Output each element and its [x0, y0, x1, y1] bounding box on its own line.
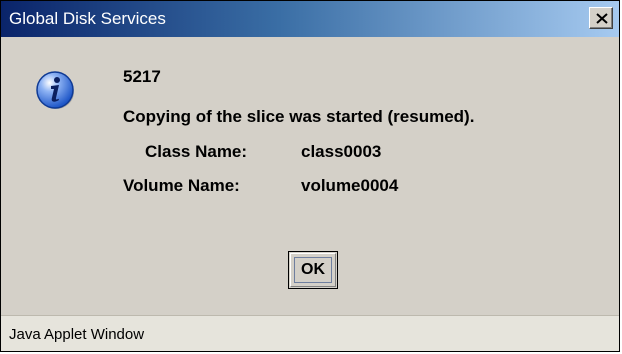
dialog-window: Global Disk Services 5217 Copying of the…	[0, 0, 620, 352]
info-icon	[36, 71, 74, 109]
close-button[interactable]	[589, 7, 613, 29]
close-icon	[596, 13, 608, 24]
volume-name-value: volume0004	[301, 176, 399, 195]
message-text: Copying of the slice was started (resume…	[123, 107, 475, 126]
ok-button-label: OK	[301, 261, 325, 278]
class-name-value: class0003	[301, 142, 382, 161]
class-name-label: Class Name:	[145, 142, 248, 161]
window-title: Global Disk Services	[9, 9, 166, 28]
title-bar[interactable]: Global Disk Services	[1, 1, 619, 37]
status-bar: Java Applet Window	[1, 315, 619, 351]
status-text: Java Applet Window	[9, 326, 145, 343]
volume-name-label: Volume Name:	[123, 176, 240, 195]
ok-button[interactable]: OK	[288, 251, 338, 289]
message-code: 5217	[123, 67, 161, 86]
